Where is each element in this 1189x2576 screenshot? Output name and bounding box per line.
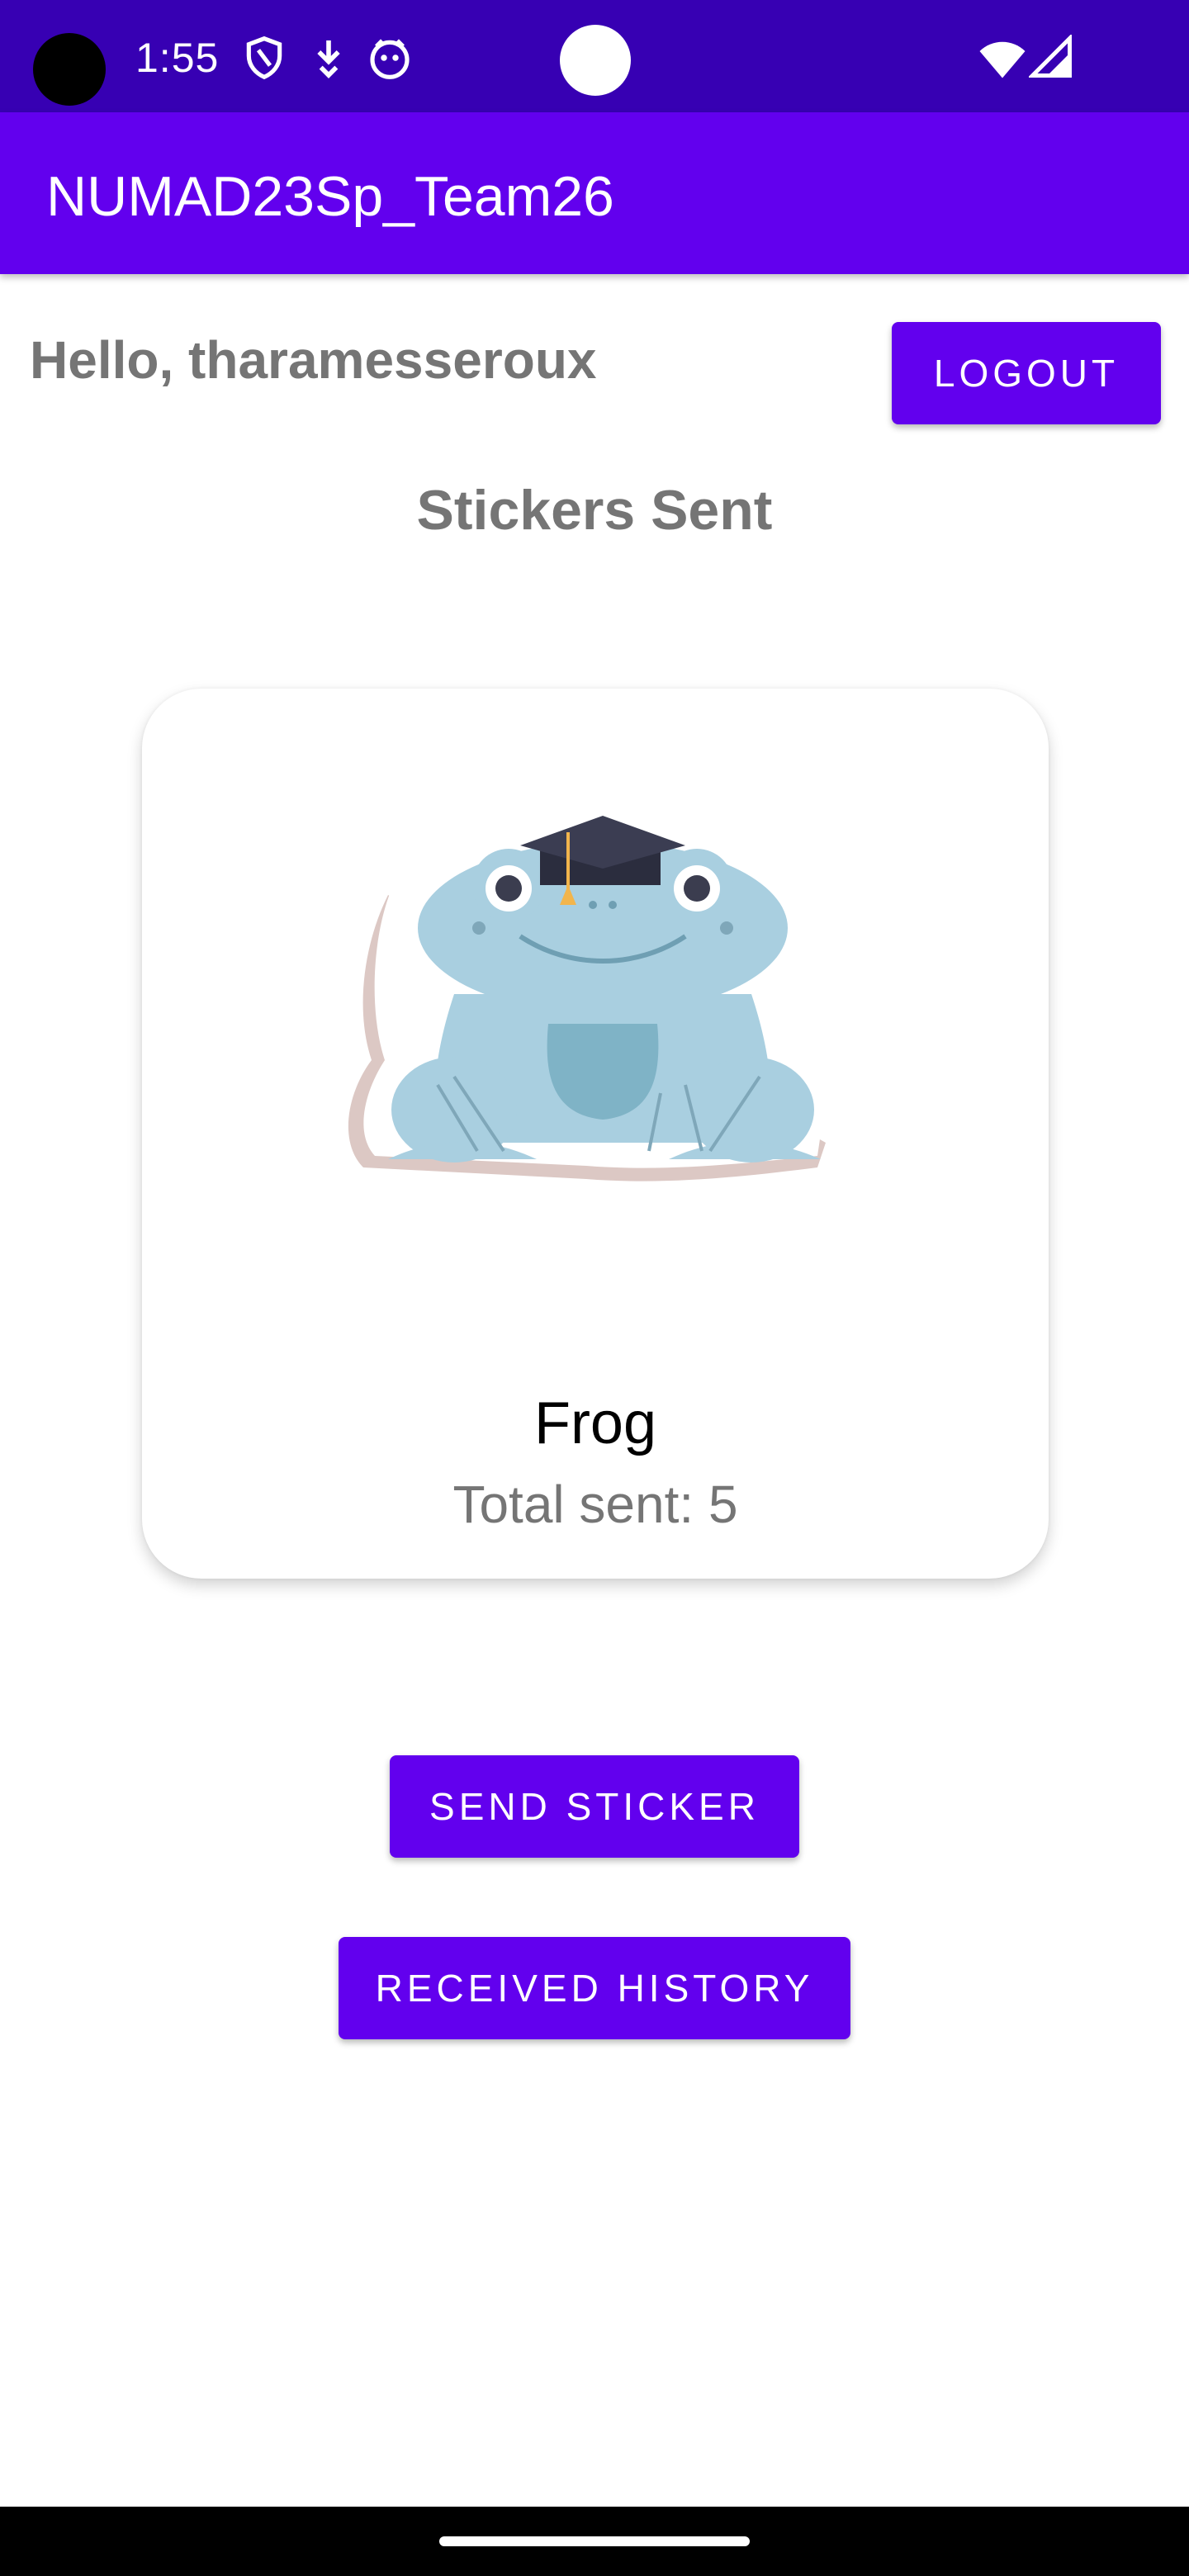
greeting-text: Hello, tharamesseroux: [30, 330, 597, 390]
app-title: NUMAD23Sp_Team26: [46, 165, 614, 228]
sticker-card: Frog Total sent: 5: [142, 689, 1049, 1579]
app-bar: NUMAD23Sp_Team26: [0, 112, 1189, 274]
face-icon: [370, 39, 410, 79]
received-history-button[interactable]: RECEIVED HISTORY: [339, 1937, 850, 2039]
frog-sticker-image: [348, 816, 835, 1181]
home-indicator[interactable]: [439, 2536, 750, 2546]
sticker-total-sent: Total sent: 5: [452, 1475, 738, 1534]
sticker-name: Frog: [533, 1390, 657, 1456]
status-time: 1:55: [135, 35, 220, 81]
wifi-icon: [979, 41, 1026, 78]
cellular-signal-icon: [1029, 35, 1072, 78]
download-icon: [317, 40, 340, 78]
logout-button[interactable]: LOGOUT: [892, 322, 1161, 424]
status-dot: [560, 25, 631, 96]
send-sticker-button[interactable]: SEND STICKER: [390, 1755, 799, 1858]
section-title: Stickers Sent: [416, 479, 773, 542]
navigation-bar: [0, 2507, 1189, 2576]
shield-icon: [246, 36, 282, 80]
camera-cutout: [33, 33, 106, 106]
status-bar: 1:55: [0, 0, 1189, 112]
